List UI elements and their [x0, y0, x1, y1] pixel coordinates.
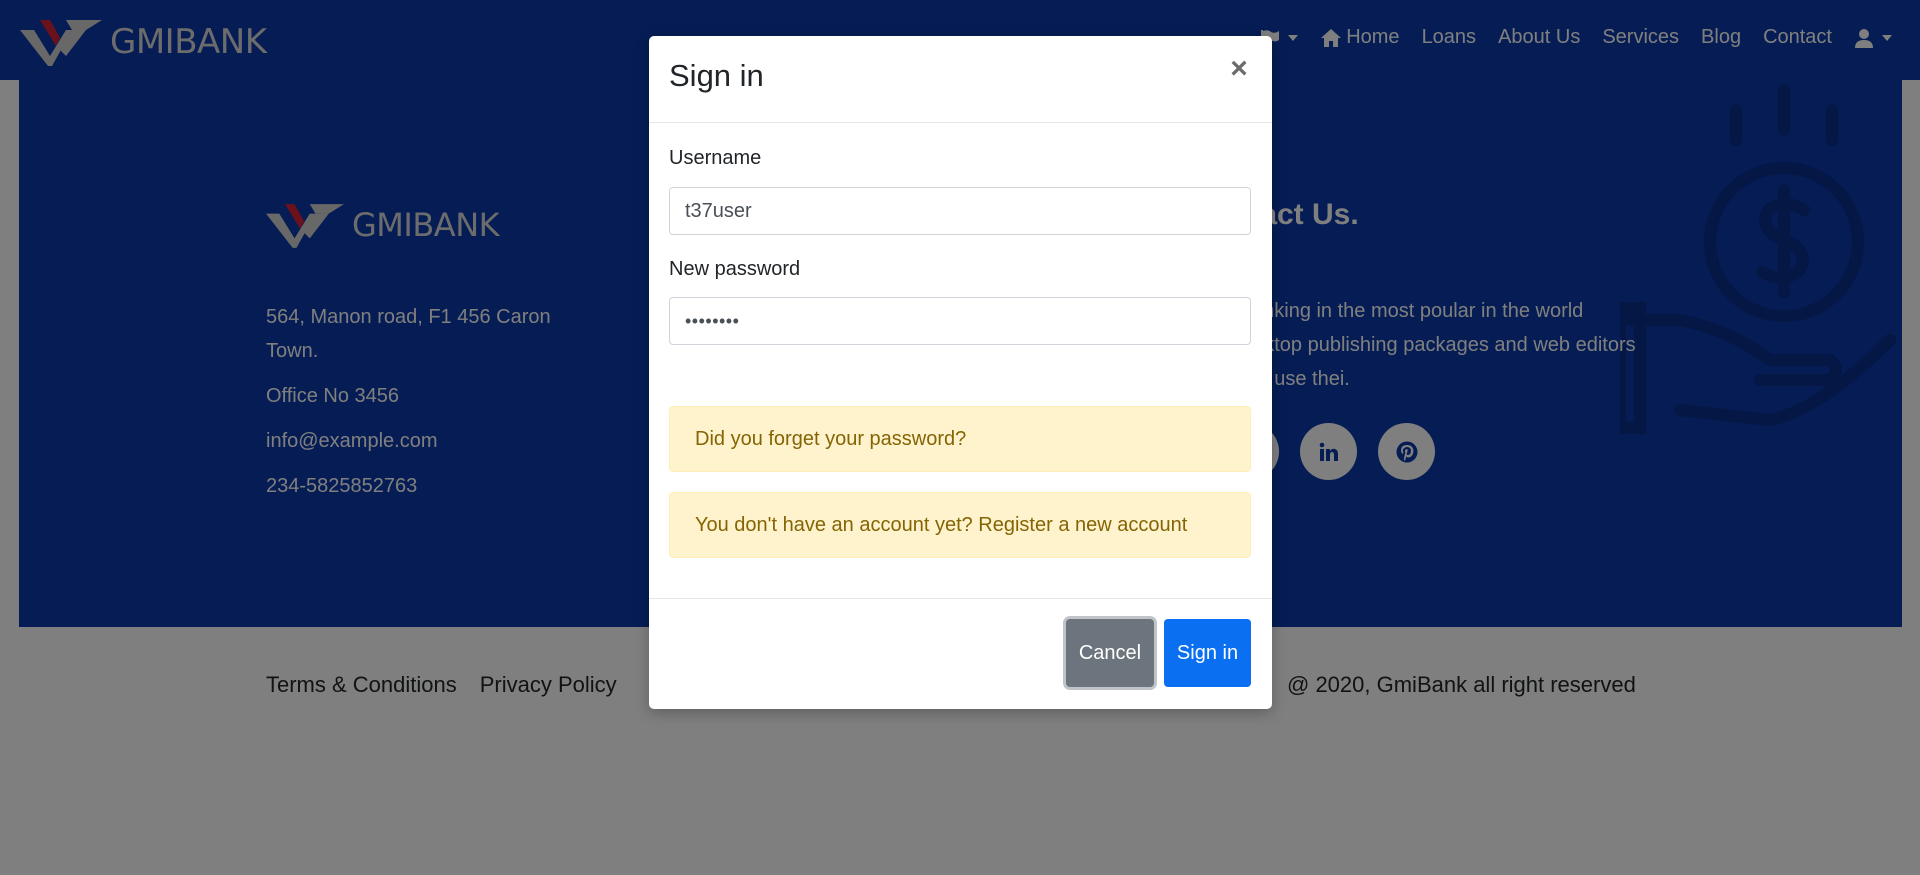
sign-in-button[interactable]: Sign in [1164, 619, 1251, 687]
forgot-password-alert[interactable]: Did you forget your password? [669, 406, 1251, 472]
sign-in-modal: Sign in × Username t37user New password … [649, 36, 1272, 709]
username-label: Username [669, 147, 762, 169]
cancel-button[interactable]: Cancel [1066, 619, 1154, 687]
password-label: New password [669, 258, 801, 280]
password-field[interactable]: •••••••• [669, 297, 1251, 345]
modal-footer: Cancel Sign in [649, 599, 1272, 708]
modal-body: Username t37user New password •••••••• D… [649, 123, 1272, 599]
modal-title: Sign in [669, 58, 764, 93]
username-field[interactable]: t37user [669, 187, 1251, 235]
modal-header: Sign in × [649, 36, 1272, 123]
register-account-alert[interactable]: You don't have an account yet? Register … [669, 492, 1251, 558]
close-icon[interactable]: × [1226, 52, 1252, 85]
